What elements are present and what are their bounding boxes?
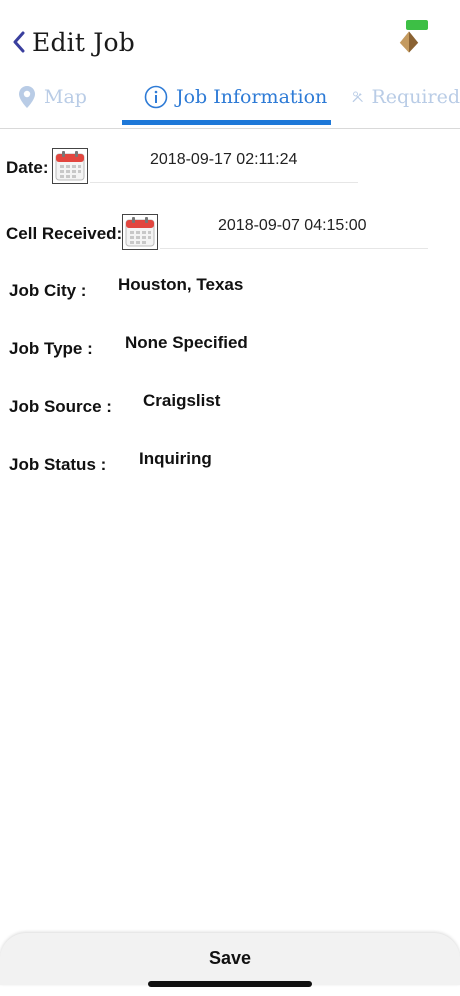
job-city-row: Job City : Houston, Texas xyxy=(0,274,460,306)
tab-bar: Map Job Information Required xyxy=(0,72,460,129)
tab-map[interactable]: Map xyxy=(18,72,87,122)
chevron-left-icon xyxy=(13,31,25,53)
tools-icon xyxy=(352,91,363,103)
save-button[interactable]: Save xyxy=(0,933,460,985)
job-status-value[interactable]: Inquiring xyxy=(139,449,212,469)
app-header: Edit Job xyxy=(0,0,460,72)
info-circle-icon xyxy=(144,85,168,109)
calendar-icon xyxy=(125,217,155,247)
job-type-label: Job Type : xyxy=(9,339,93,358)
save-button-label: Save xyxy=(208,947,252,968)
pyramid-logo xyxy=(399,31,419,53)
cell-received-value[interactable]: 2018-09-07 04:15:00 xyxy=(218,217,367,235)
job-city-value[interactable]: Houston, Texas xyxy=(118,275,243,295)
cell-received-row: Cell Received: 2018-09-07 04:15:00 xyxy=(0,212,460,252)
job-source-row: Job Source : Craigslist xyxy=(0,390,460,422)
page-title: Edit Job xyxy=(32,27,135,57)
job-type-row: Job Type : None Specified xyxy=(0,332,460,364)
calendar-icon xyxy=(55,151,85,181)
cell-received-label: Cell Received: xyxy=(6,224,123,243)
tab-required[interactable]: Required xyxy=(352,72,460,122)
date-row: Date: 2018-09-17 02:11:24 xyxy=(0,146,460,186)
active-tab-indicator xyxy=(122,120,331,125)
map-pin-icon xyxy=(19,86,35,108)
date-calendar-button[interactable] xyxy=(52,148,88,184)
tab-required-label: Required xyxy=(371,86,460,108)
job-source-label: Job Source : xyxy=(9,397,112,416)
date-label: Date: xyxy=(6,158,49,177)
job-source-value[interactable]: Craigslist xyxy=(143,391,220,411)
tab-job-information[interactable]: Job Information xyxy=(144,72,327,122)
cell-received-calendar-button[interactable] xyxy=(122,214,158,250)
battery-icon xyxy=(406,20,428,30)
job-city-label: Job City : xyxy=(9,281,87,300)
date-value[interactable]: 2018-09-17 02:11:24 xyxy=(150,151,297,169)
back-button[interactable]: Edit Job xyxy=(12,26,135,58)
tab-job-information-label: Job Information xyxy=(176,86,328,108)
job-status-row: Job Status : Inquiring xyxy=(0,448,460,480)
job-type-value[interactable]: None Specified xyxy=(125,333,248,353)
home-indicator xyxy=(148,981,312,987)
date-underline xyxy=(90,182,358,183)
tab-map-label: Map xyxy=(44,86,87,108)
job-status-label: Job Status : xyxy=(9,455,107,474)
cell-received-underline xyxy=(160,248,428,249)
